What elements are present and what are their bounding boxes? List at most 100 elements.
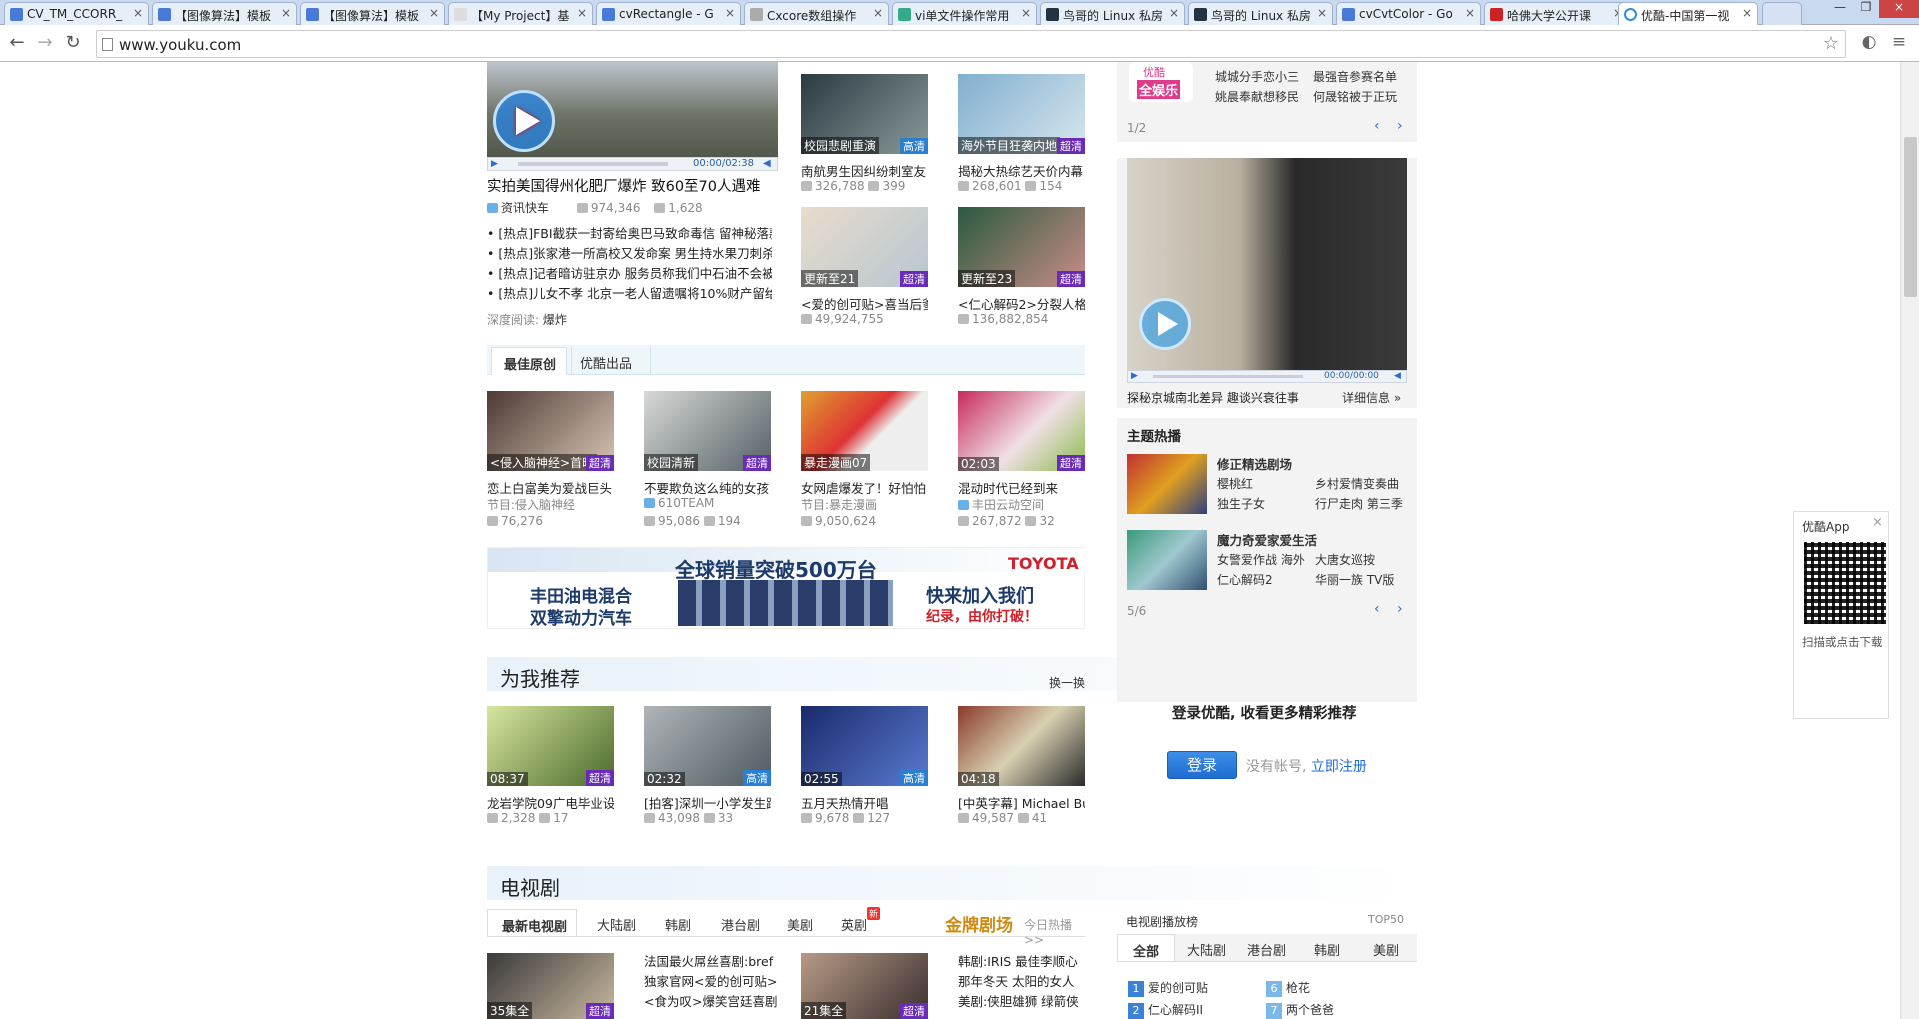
close-icon[interactable]: × [133,6,143,20]
qr-code-image[interactable] [1804,542,1886,624]
prev-arrow-icon[interactable]: ‹ [1374,601,1380,617]
browser-tab[interactable]: 哈佛大学公开课× [1484,2,1629,25]
theme-item-title[interactable]: 魔力奇爱家爱生活 [1217,530,1317,549]
rank-item[interactable]: 7 两个爸爸 [1266,999,1334,1019]
browser-tab[interactable]: CV_TM_CCORR_ × [4,2,149,25]
rank-item[interactable]: 2 仁心解码II [1128,999,1208,1019]
close-icon[interactable]: × [725,6,735,20]
browser-tab[interactable]: 鸟哥的 Linux 私房 × [1040,2,1185,25]
browser-tab[interactable]: 【图像算法】模板 × [152,2,297,25]
video-thumbnail[interactable]: 暴走漫画07 [801,391,928,471]
tab-youku-produced[interactable]: 优酷出品 [571,347,651,375]
volume-icon[interactable]: ◀ [763,158,771,169]
feature-video-player[interactable] [1127,158,1407,370]
close-icon[interactable]: × [1021,6,1031,20]
video-title[interactable]: 南航男生因纠纷刺室友 [801,161,928,180]
news-bullet[interactable]: • [热点]儿女不孝 北京一老人留遗嘱将10%财产留给狗 [487,284,772,304]
close-icon[interactable]: × [1742,6,1752,20]
close-icon[interactable]: × [1465,6,1475,20]
browser-tab-active[interactable]: 优酷-中国第一视 × [1618,2,1758,25]
browser-tab[interactable]: vi单文件操作常用 × [892,2,1037,25]
rank-item[interactable]: 1 爱的创可贴 [1128,977,1208,999]
browser-tab[interactable]: 鸟哥的 Linux 私房 × [1188,2,1333,25]
video-thumbnail[interactable]: 21集全 超清 [801,953,928,1019]
vertical-scrollbar[interactable] [1900,62,1919,1019]
close-window-icon[interactable]: × [1879,0,1919,18]
close-icon[interactable]: × [577,6,587,20]
toyota-ad-banner[interactable]: 丰田油电混合 双擎动力汽车 全球销量突破500万台 TOYOTA 快来加入我们 … [487,547,1086,629]
more-info-link[interactable]: 详细信息 » [1342,389,1401,406]
login-button[interactable]: 登录 [1167,751,1237,779]
prev-arrow-icon[interactable]: ‹ [1374,118,1380,134]
video-title[interactable]: [中英字幕] Michael Bubl [958,793,1085,812]
volume-icon[interactable]: ◀ [1394,371,1401,381]
video-title[interactable]: 混动时代已经到来 [958,478,1085,497]
minimize-icon[interactable]: — [1827,0,1853,18]
video-title[interactable]: 五月天热情开唱 [801,793,928,812]
close-icon[interactable]: × [1169,6,1179,20]
video-thumbnail[interactable]: 02:32 高清 [644,706,771,786]
maximize-icon[interactable]: ❐ [1853,0,1879,18]
today-hot-link[interactable]: 今日热播>> [1024,916,1085,947]
back-arrow-icon[interactable]: ← [6,32,28,54]
next-arrow-icon[interactable]: › [1397,118,1403,134]
tab-mainland[interactable]: 大陆剧 [597,915,636,934]
video-thumbnail[interactable]: 校园悲剧重演 高清 [801,74,928,154]
video-title[interactable]: [拍客]深圳一小学发生踩 [644,793,771,812]
golden-theater-logo[interactable]: 金牌剧场 [945,911,1013,936]
new-tab-button[interactable] [1762,2,1802,25]
news-bullet[interactable]: • [热点]张家港一所高校又发命案 男生持水果刀刺杀女 [487,244,772,264]
browser-tab[interactable]: cvRectangle - G × [596,2,741,25]
close-icon[interactable]: × [281,6,291,20]
video-title[interactable]: <仁心解码2>分裂人格 [958,294,1085,313]
video-title[interactable]: 不要欺负这么纯的女孩 [644,478,771,497]
news-headline[interactable]: 实拍美国得州化肥厂爆炸 致60至70人遇难 [487,175,761,196]
extension-icon[interactable]: ◐ [1858,32,1880,54]
video-thumbnail[interactable]: 08:37 超清 [487,706,614,786]
browser-tab[interactable]: 【My Project】基 × [448,2,593,25]
close-icon[interactable]: × [1317,6,1327,20]
close-icon[interactable]: × [873,6,883,20]
close-icon[interactable]: × [1872,515,1883,530]
tab-uk[interactable]: 英剧 [841,915,867,934]
video-title[interactable]: 龙岩学院09广电毕业设 [487,793,614,812]
news-source[interactable]: 资讯快车 [501,201,549,215]
video-title[interactable]: 揭秘大热综艺天价内幕 [958,161,1085,180]
close-icon[interactable]: × [429,6,439,20]
progress-track[interactable] [1153,375,1303,378]
play-button[interactable] [493,90,555,152]
tab-hk-tw[interactable]: 港台剧 [721,915,760,934]
tab-us[interactable]: 美剧 [787,915,813,934]
menu-icon[interactable]: ≡ [1888,32,1910,54]
video-title[interactable]: <爱的创可贴>喜当后爹 [801,294,928,313]
news-bullet[interactable]: • [热点]记者暗访驻京办 服务员称我们中石油不会被查 [487,264,772,284]
video-title[interactable]: 恋上白富美为爱战巨头 [487,478,614,497]
deep-tag-link[interactable]: 爆炸 [543,313,567,327]
video-title[interactable]: 女网虐爆发了！好怕怕 [801,478,928,497]
register-link[interactable]: 立即注册 [1311,759,1367,775]
tab-best-original[interactable]: 最佳原创 [491,347,567,375]
video-thumbnail[interactable]: <侵入脑神经>首映 超清 [487,391,614,471]
scrollbar-thumb[interactable] [1904,137,1917,297]
browser-tab[interactable]: Cxcore数组操作 × [744,2,889,25]
video-thumbnail[interactable]: 海外节目狂袭内地 超清 [958,74,1085,154]
theme-item-title[interactable]: 修正精选剧场 [1217,454,1292,473]
play-button[interactable] [1139,298,1191,350]
video-thumbnail[interactable]: 校园清新 超清 [644,391,771,471]
feature-title[interactable]: 探秘京城南北差异 趣谈兴衰往事 [1127,389,1299,406]
video-thumbnail[interactable]: 35集全 超清 [487,953,614,1019]
news-video-player[interactable] [487,62,778,157]
video-thumbnail[interactable]: 04:18 [958,706,1085,786]
forward-arrow-icon[interactable]: → [34,32,56,54]
reload-icon[interactable]: ↻ [62,32,84,54]
theme-thumbnail[interactable] [1127,530,1207,590]
play-small-icon[interactable]: ▶ [491,159,498,169]
video-thumbnail[interactable]: 02:55 高清 [801,706,928,786]
browser-tab[interactable]: 【图像算法】模板 × [300,2,445,25]
top50-link[interactable]: TOP50 [1368,913,1404,926]
video-thumbnail[interactable]: 02:03 超清 [958,391,1085,471]
bookmark-star-icon[interactable]: ☆ [1823,33,1839,54]
refresh-link[interactable]: 换一换 [1049,674,1085,691]
video-thumbnail[interactable]: 更新至21 超清 [801,207,928,287]
video-thumbnail[interactable]: 更新至23 超清 [958,207,1085,287]
